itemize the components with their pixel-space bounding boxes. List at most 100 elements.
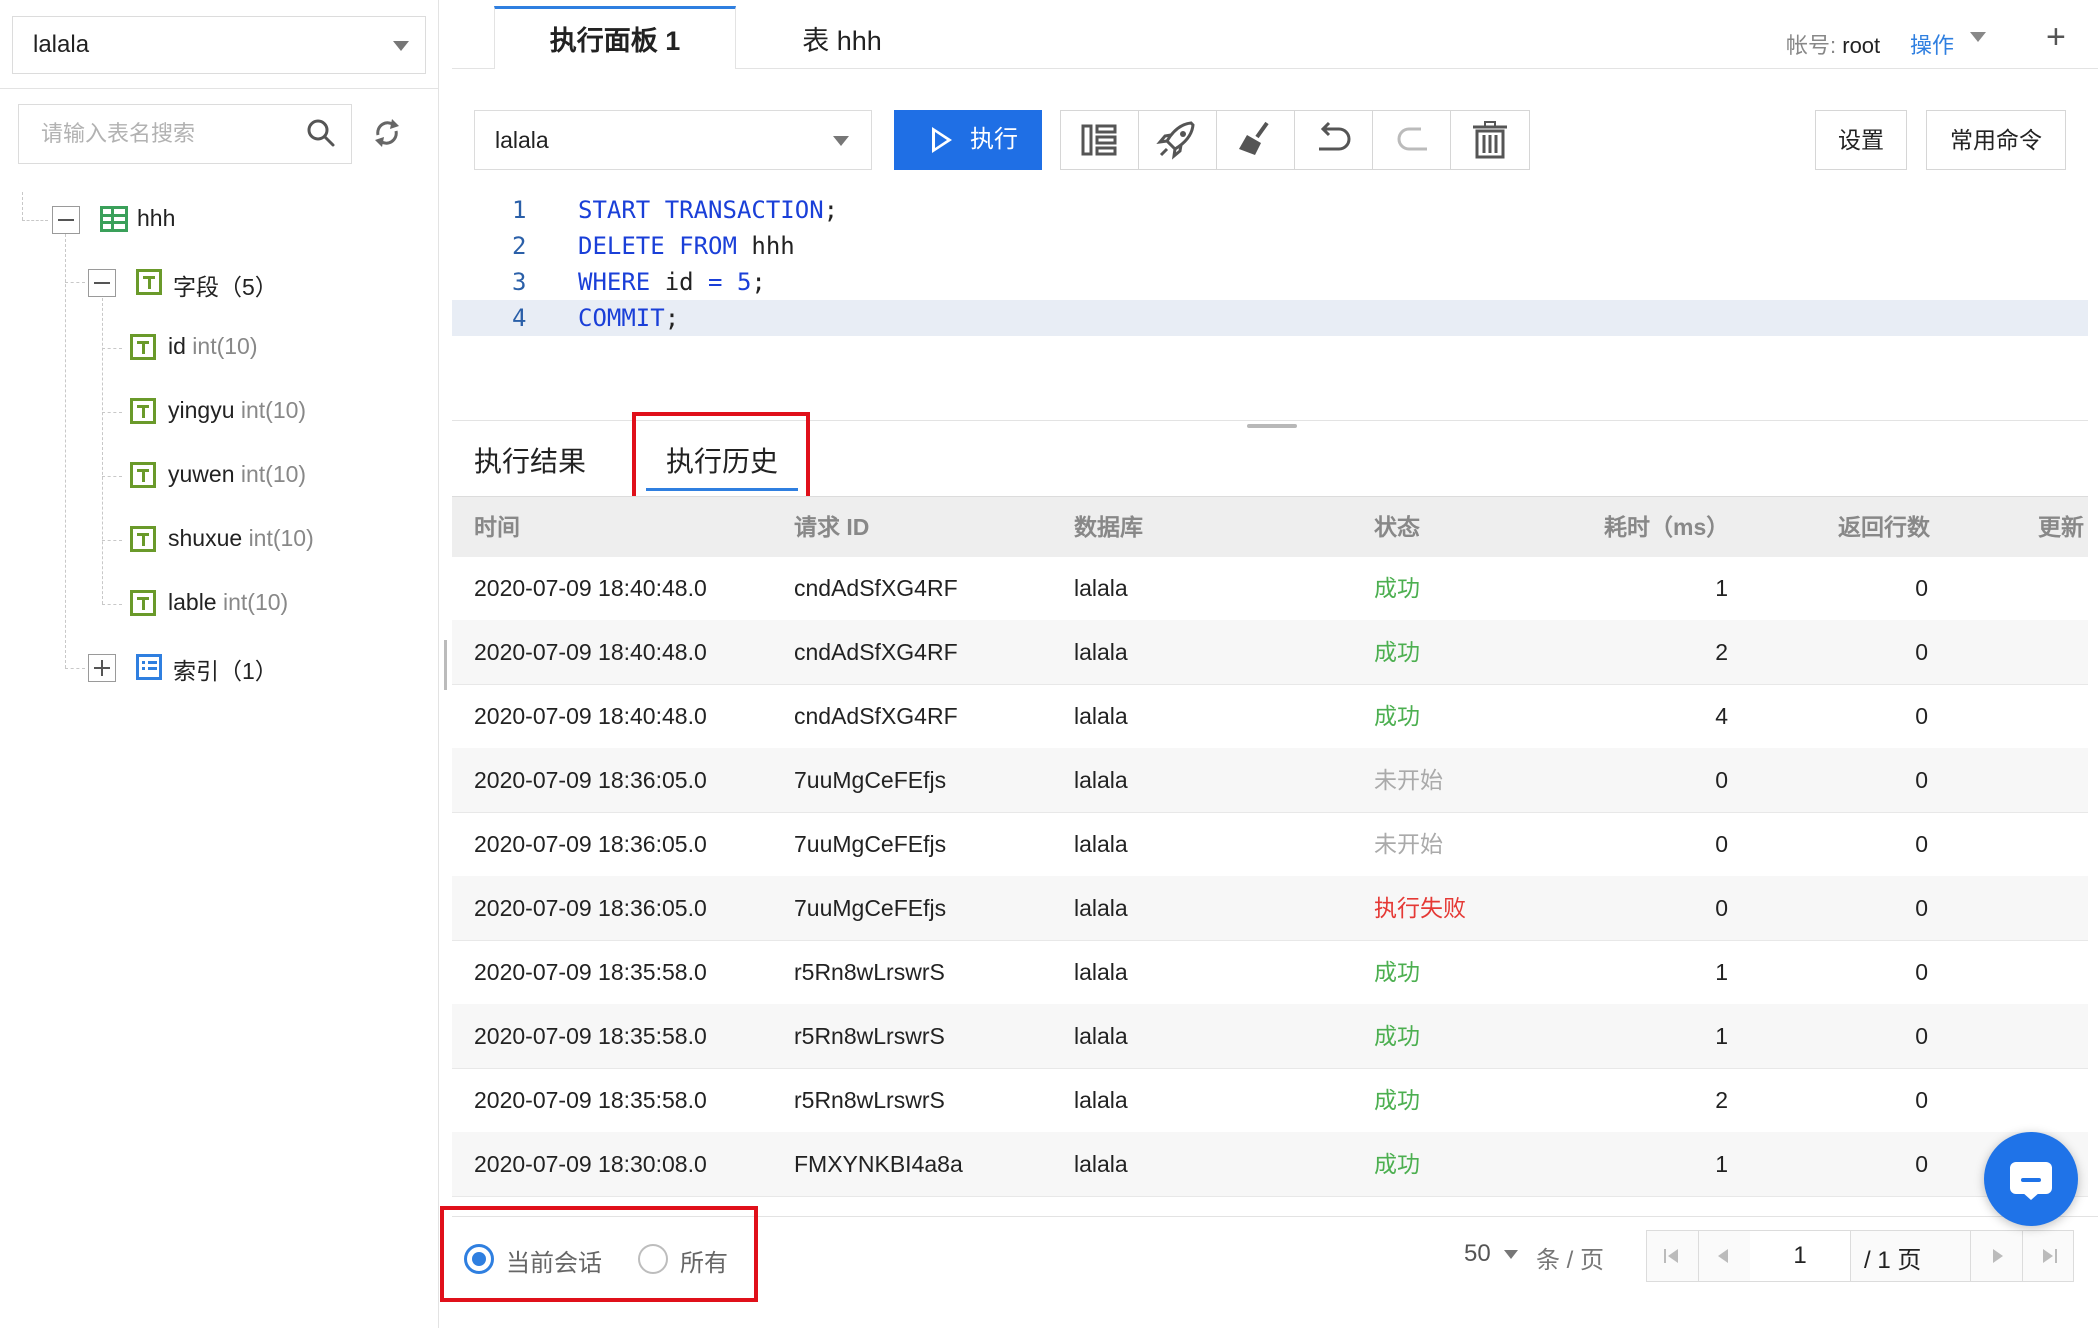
line-number: 2 bbox=[512, 232, 527, 260]
code-line[interactable]: 4 COMMIT; bbox=[452, 300, 2088, 336]
cell-cost: 1 bbox=[1715, 1023, 1728, 1049]
add-tab-button[interactable]: + bbox=[2046, 18, 2066, 57]
tree-node-index[interactable]: 索引（1） bbox=[173, 652, 278, 686]
chat-icon bbox=[2010, 1162, 2052, 1200]
cell-cost: 4 bbox=[1715, 703, 1728, 729]
tree-line bbox=[65, 668, 85, 669]
tab-execution-panel[interactable]: 执行面板 1 bbox=[494, 6, 736, 69]
optimize-button[interactable] bbox=[1139, 111, 1217, 169]
sql-text: ; bbox=[751, 268, 766, 296]
tree-node-field[interactable]: lable int(10) bbox=[168, 589, 288, 616]
editor-resize-handle[interactable] bbox=[1247, 424, 1297, 428]
field-type: int(10) bbox=[240, 461, 307, 487]
undo-button[interactable] bbox=[1295, 111, 1373, 169]
tree-line bbox=[22, 220, 48, 221]
collapse-toggle-icon[interactable] bbox=[88, 269, 116, 297]
cell-returned-rows: 0 bbox=[1915, 959, 1928, 985]
cell-returned-rows: 0 bbox=[1915, 639, 1928, 665]
tree-line bbox=[102, 412, 122, 413]
clear-button[interactable] bbox=[1217, 111, 1295, 169]
chevron-down-icon[interactable] bbox=[1504, 1250, 1518, 1259]
field-icon bbox=[130, 398, 156, 424]
cell-request-id: cndAdSfXG4RF bbox=[794, 703, 958, 729]
code-line[interactable]: 1 START TRANSACTION; bbox=[452, 192, 2088, 228]
table-row[interactable]: 2020-07-09 18:40:48.0 cndAdSfXG4RF lalala 成… bbox=[452, 556, 2088, 621]
column-header-request-id: 请求 ID bbox=[794, 514, 870, 540]
table-row[interactable]: 2020-07-09 18:36:05.0 7uuMgCeFEfjs lalala 未… bbox=[452, 812, 2088, 877]
table-row[interactable]: 2020-07-09 18:30:08.0 FMXYNKBI4a8a lalala 成… bbox=[452, 1132, 2088, 1197]
page-total: / 1 页 bbox=[1864, 1247, 1922, 1274]
sql-number: 5 bbox=[736, 268, 752, 296]
column-header-time: 时间 bbox=[474, 514, 520, 540]
search-icon[interactable] bbox=[306, 118, 336, 148]
sql-text: ; bbox=[823, 196, 839, 224]
sql-editor[interactable]: 1 START TRANSACTION; 2 DELETE FROM hhh 3 WHER… bbox=[452, 192, 2088, 421]
redo-button[interactable] bbox=[1373, 111, 1451, 169]
next-page-button[interactable] bbox=[1970, 1230, 2023, 1282]
table-row[interactable]: 2020-07-09 18:40:48.0 cndAdSfXG4RF lalala 成… bbox=[452, 620, 2088, 685]
cell-cost: 1 bbox=[1715, 1151, 1728, 1177]
chevron-down-icon[interactable] bbox=[1970, 32, 1986, 42]
tree-line bbox=[102, 540, 122, 541]
cell-database: lalala bbox=[1074, 703, 1128, 729]
prev-page-button[interactable] bbox=[1698, 1230, 1751, 1282]
chevron-down-icon bbox=[393, 41, 409, 51]
format-button[interactable] bbox=[1061, 111, 1139, 169]
code-line[interactable]: 3 WHERE id = 5; bbox=[452, 264, 2088, 300]
table-row[interactable]: 2020-07-09 18:36:05.0 7uuMgCeFEfjs lalala 执… bbox=[452, 876, 2088, 941]
chat-button[interactable] bbox=[1984, 1132, 2078, 1226]
table-search-input[interactable]: 请输入表名搜索 bbox=[18, 104, 352, 164]
cell-status: 成功 bbox=[1374, 639, 1420, 665]
sql-keyword: START bbox=[578, 196, 651, 224]
last-page-button[interactable] bbox=[2022, 1230, 2075, 1282]
cell-status: 未开始 bbox=[1374, 831, 1443, 857]
tree-line bbox=[102, 476, 122, 477]
sql-keyword: WHERE bbox=[578, 268, 651, 296]
table-row[interactable]: 2020-07-09 18:40:48.0 cndAdSfXG4RF lalala 成… bbox=[452, 684, 2088, 749]
cell-cost: 2 bbox=[1715, 1087, 1728, 1113]
tab-table-hhh[interactable]: 表 hhh bbox=[742, 6, 942, 68]
account-info: 帐号: root bbox=[1786, 28, 1880, 60]
settings-button[interactable]: 设置 bbox=[1815, 110, 1907, 170]
cell-time: 2020-07-09 18:40:48.0 bbox=[474, 575, 707, 601]
tree-line bbox=[65, 282, 85, 283]
tree-node-field[interactable]: yuwen int(10) bbox=[168, 461, 306, 488]
delete-button[interactable] bbox=[1451, 111, 1529, 169]
left-panel: lalala 请输入表名搜索 hhh 字段（5） id int(10) ying… bbox=[0, 0, 439, 1328]
tree-node-fields[interactable]: 字段（5） bbox=[173, 268, 278, 302]
tab-execution-results[interactable]: 执行结果 bbox=[474, 440, 586, 480]
panel-resize-handle[interactable] bbox=[444, 640, 447, 690]
run-label: 执行 bbox=[970, 126, 1018, 153]
editor-database-select[interactable]: lalala bbox=[474, 110, 872, 170]
page-number-input[interactable]: 1 bbox=[1750, 1231, 1851, 1281]
field-icon bbox=[130, 526, 156, 552]
cell-database: lalala bbox=[1074, 575, 1128, 601]
first-page-button[interactable] bbox=[1646, 1230, 1699, 1282]
tree-node-field[interactable]: yingyu int(10) bbox=[168, 397, 306, 424]
cell-request-id: cndAdSfXG4RF bbox=[794, 639, 958, 665]
column-header-status: 状态 bbox=[1374, 514, 1420, 540]
field-name: shuxue bbox=[168, 525, 243, 551]
cell-status: 成功 bbox=[1374, 959, 1420, 985]
tree-node-table[interactable]: hhh bbox=[137, 205, 175, 232]
tree-node-field[interactable]: id int(10) bbox=[168, 333, 258, 360]
collapse-toggle-icon[interactable] bbox=[52, 206, 80, 234]
expand-toggle-icon[interactable] bbox=[88, 654, 116, 682]
page-size-select[interactable]: 50 bbox=[1464, 1240, 1491, 1268]
operation-menu[interactable]: 操作 bbox=[1910, 28, 1954, 60]
cell-cost: 2 bbox=[1715, 639, 1728, 665]
database-select[interactable]: lalala bbox=[12, 16, 426, 74]
refresh-icon[interactable] bbox=[372, 117, 402, 149]
table-row[interactable]: 2020-07-09 18:35:58.0 r5Rn8wLrswrS lalala 成… bbox=[452, 940, 2088, 1005]
run-button[interactable]: 执行 bbox=[894, 110, 1042, 170]
tree-node-field[interactable]: shuxue int(10) bbox=[168, 525, 314, 552]
table-row[interactable]: 2020-07-09 18:35:58.0 r5Rn8wLrswrS lalala 成… bbox=[452, 1068, 2088, 1133]
cell-returned-rows: 0 bbox=[1915, 895, 1928, 921]
table-row[interactable]: 2020-07-09 18:36:05.0 7uuMgCeFEfjs lalala 未… bbox=[452, 748, 2088, 813]
table-row[interactable]: 2020-07-09 18:35:58.0 r5Rn8wLrswrS lalala 成… bbox=[452, 1004, 2088, 1069]
cell-time: 2020-07-09 18:35:58.0 bbox=[474, 959, 707, 985]
common-commands-button[interactable]: 常用命令 bbox=[1926, 110, 2066, 170]
code-line[interactable]: 2 DELETE FROM hhh bbox=[452, 228, 2088, 264]
